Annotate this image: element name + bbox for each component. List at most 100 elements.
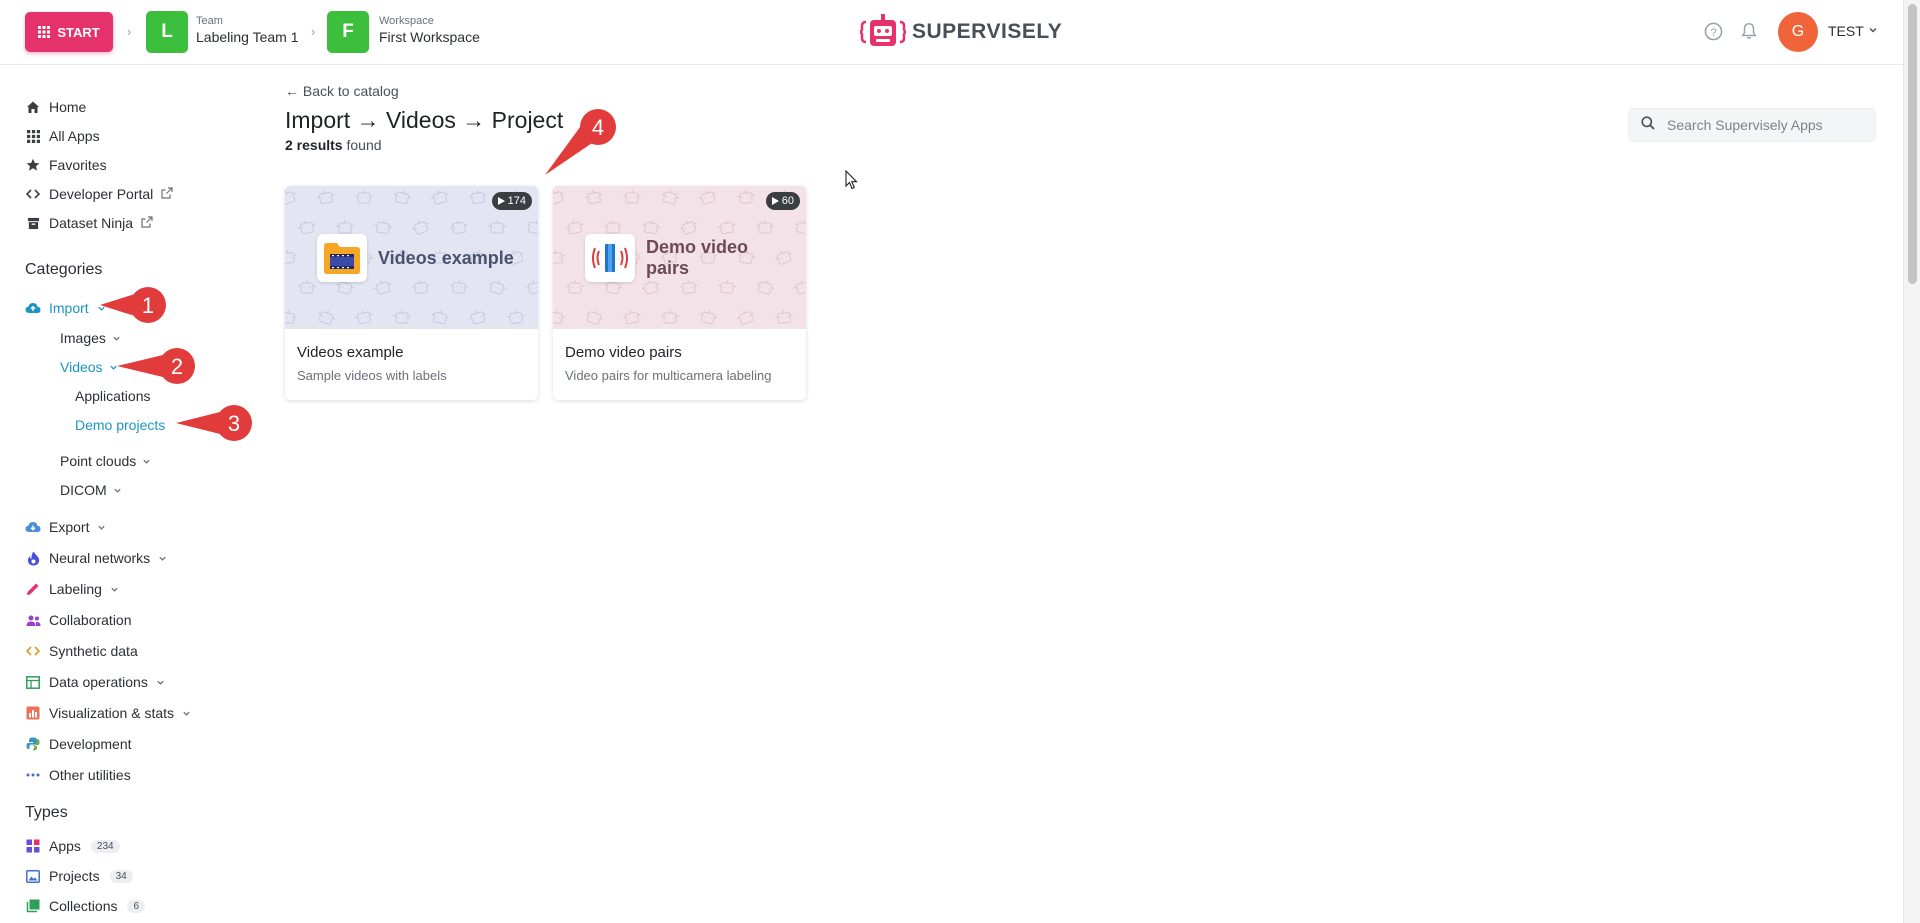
play-count: 60: [781, 195, 794, 207]
sidebar-subitem-applications[interactable]: Applications: [75, 386, 151, 406]
apps-grid-icon: [38, 26, 51, 38]
sidebar-item-label: Import: [49, 300, 89, 316]
collection-icon: [25, 898, 41, 914]
sidebar-item-label: Videos: [60, 359, 103, 375]
sidebar-item-type-collections[interactable]: Collections 6: [25, 896, 146, 916]
box-icon: [25, 215, 41, 231]
user-avatar[interactable]: G: [1778, 12, 1818, 52]
sidebar-subitem-demo-projects[interactable]: Demo projects: [75, 415, 165, 435]
sidebar-item-label: Home: [49, 99, 87, 115]
workspace-selector[interactable]: Workspace First Workspace: [379, 15, 480, 47]
sidebar-item-label: Images: [60, 330, 106, 346]
search-icon: [1641, 115, 1655, 135]
count-badge: 234: [90, 839, 120, 853]
sidebar-item-label: Export: [49, 519, 90, 535]
types-heading: Types: [25, 804, 68, 821]
sidebar-item-labeling[interactable]: Labeling: [25, 579, 119, 599]
chevron-down-icon: [97, 519, 106, 535]
sidebar-item-all-apps[interactable]: All Apps: [25, 126, 100, 146]
app-card-demo-video-pairs[interactable]: Demo video pairs 60 Demo video pairs Vid…: [553, 186, 806, 400]
chevron-down-icon: [113, 482, 122, 498]
bell-icon[interactable]: [1738, 20, 1760, 42]
sidebar-subitem-dicom[interactable]: DICOM: [60, 480, 122, 500]
chart-icon: [25, 705, 41, 721]
sidebar-item-developer-portal[interactable]: Developer Portal: [25, 184, 173, 204]
python-icon: [25, 736, 41, 752]
sidebar-item-neural-networks[interactable]: Neural networks: [25, 548, 167, 568]
sidebar-item-visualization-stats[interactable]: Visualization & stats: [25, 703, 191, 723]
apps-icon: [25, 838, 41, 854]
count-badge: 34: [109, 869, 133, 883]
table-icon: [25, 674, 41, 690]
sidebar-item-type-projects[interactable]: Projects 34: [25, 866, 133, 886]
sidebar-item-label: Dataset Ninja: [49, 215, 134, 231]
sidebar-item-label: Neural networks: [49, 550, 151, 566]
pencil-icon: [25, 581, 41, 597]
page-scrollbar[interactable]: [1903, 0, 1920, 923]
user-name[interactable]: TEST: [1828, 23, 1864, 39]
card-description: Sample videos with labels: [297, 368, 447, 383]
sidebar-subitem-videos[interactable]: Videos: [60, 357, 118, 377]
chevron-down-icon: [110, 581, 119, 597]
sidebar-item-label: Developer Portal: [49, 186, 154, 202]
chevron-right-icon: ›: [127, 24, 132, 39]
sidebar-item-export[interactable]: Export: [25, 517, 106, 537]
play-icon: [771, 197, 779, 205]
results-suffix: found: [342, 137, 382, 153]
sidebar-item-development[interactable]: Development: [25, 734, 132, 754]
workspace-name: First Workspace: [379, 29, 480, 45]
chevron-right-icon: ›: [311, 24, 316, 39]
sidebar-item-label: Collaboration: [49, 612, 132, 628]
camera-pair-icon: [585, 234, 635, 282]
sidebar-item-type-apps[interactable]: Apps 234: [25, 836, 120, 856]
chevron-down-icon: [142, 453, 151, 469]
banner-title: Demo video pairs: [646, 237, 749, 278]
play-icon: [497, 197, 505, 205]
chevron-down-icon: [158, 550, 167, 566]
chevron-down-icon: [182, 705, 191, 721]
count-badge: 6: [127, 899, 146, 913]
start-label: START: [57, 24, 100, 40]
robot-logo-icon: [860, 14, 906, 46]
team-selector[interactable]: Team Labeling Team 1: [196, 15, 298, 47]
sidebar-item-label: Favorites: [49, 157, 107, 173]
sidebar-item-label: Apps: [49, 838, 81, 854]
app-card-videos-example[interactable]: Videos example 174 Videos example Sample…: [285, 186, 538, 400]
chevron-down-icon[interactable]: [1868, 22, 1878, 40]
sidebar-item-label: Visualization & stats: [49, 705, 175, 721]
sidebar-item-collaboration[interactable]: Collaboration: [25, 610, 132, 630]
star-icon: [25, 157, 41, 173]
sidebar-item-home[interactable]: Home: [25, 97, 86, 117]
search-apps-field[interactable]: [1628, 108, 1876, 142]
sidebar-subitem-images[interactable]: Images: [60, 328, 121, 348]
scrollbar-thumb[interactable]: [1908, 4, 1917, 284]
play-count-badge: 60: [765, 192, 800, 210]
play-count-badge: 174: [491, 192, 532, 210]
external-link-icon: [141, 215, 153, 231]
card-title: Demo video pairs: [565, 344, 682, 361]
help-icon[interactable]: ?: [1702, 20, 1724, 42]
grid-icon: [25, 128, 41, 144]
sidebar-item-data-operations[interactable]: Data operations: [25, 672, 165, 692]
start-button[interactable]: START: [25, 12, 113, 52]
results-count: 2 results found: [285, 137, 382, 153]
sidebar-item-other-utilities[interactable]: Other utilities: [25, 765, 131, 785]
team-avatar[interactable]: L: [146, 11, 188, 53]
workspace-avatar[interactable]: F: [327, 11, 369, 53]
annotation-number: 4: [592, 115, 604, 140]
back-to-catalog-link[interactable]: ← Back to catalog: [285, 83, 399, 99]
sidebar-item-label: Point clouds: [60, 453, 137, 469]
logo-text: SUPERVISELY: [912, 20, 1063, 43]
chevron-down-icon: [112, 330, 121, 346]
sidebar-item-favorites[interactable]: Favorites: [25, 155, 107, 175]
sidebar-item-import[interactable]: Import: [25, 298, 106, 318]
folder-video-icon: [317, 234, 367, 282]
sidebar-item-dataset-ninja[interactable]: Dataset Ninja: [25, 213, 153, 233]
page-title: Import → Videos → Project: [285, 107, 564, 133]
search-input[interactable]: [1665, 116, 1869, 134]
supervisely-logo[interactable]: SUPERVISELY: [860, 12, 1062, 52]
annotation-marker-3: 3: [176, 405, 252, 441]
sidebar-subitem-point-clouds[interactable]: Point clouds: [60, 451, 151, 471]
sidebar-item-label: Synthetic data: [49, 643, 138, 659]
sidebar-item-synthetic-data[interactable]: Synthetic data: [25, 641, 138, 661]
